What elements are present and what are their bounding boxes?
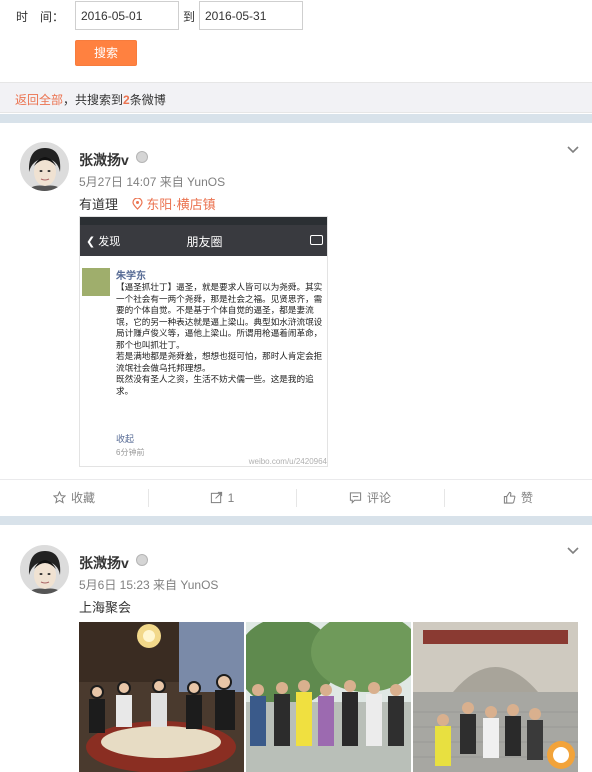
location-label: 东阳·横店镇 (146, 197, 216, 212)
result-bar: 返回全部，共搜索到2条微博 (0, 82, 592, 113)
avatar-portrait-icon (20, 142, 69, 191)
image-watermark: weibo.com/u/2420964 (248, 457, 327, 466)
map-pin-icon (132, 197, 143, 210)
separator (0, 114, 592, 123)
like-button[interactable]: 赞 (444, 480, 592, 517)
comment-label: 评论 (366, 491, 391, 505)
dinner-photo (79, 622, 244, 772)
post-text: 有道理 东阳·横店镇 (79, 194, 216, 213)
moment-fold: 收起 (116, 434, 135, 444)
phone-title: 朋友圈 (186, 235, 223, 249)
chevron-down-icon[interactable] (566, 143, 580, 157)
location-link[interactable]: 东阳·横店镇 (122, 197, 216, 212)
post-photo-2[interactable] (246, 622, 411, 772)
to-label: 到 (183, 10, 196, 24)
chevron-down-icon[interactable] (566, 544, 580, 558)
search-button[interactable]: 搜索 (75, 40, 137, 66)
date-to-input[interactable]: 2016-05-31 (199, 1, 303, 30)
result-suffix: 条微博 (129, 93, 166, 107)
star-icon (52, 491, 66, 504)
member-crown-icon[interactable] (136, 151, 148, 163)
phone-moment: 朱学东 【逼圣抓壮丁】逼圣，就是要求人皆可以为尧舜。其实一个社会有一两个尧舜，那… (80, 256, 327, 466)
time-label: 时 间： (16, 10, 65, 24)
favorite-button[interactable]: 收藏 (0, 480, 148, 517)
back-to-all-link[interactable]: 返回全部 (15, 93, 63, 107)
phone-status-bar (80, 217, 327, 225)
repost-count: 1 (227, 491, 235, 505)
favorite-label: 收藏 (70, 491, 95, 505)
author-name[interactable]: 张溦扬v (79, 150, 129, 170)
like-label: 赞 (520, 491, 533, 505)
phone-nav-bar: ❮ 发现 朋友圈 (80, 225, 327, 256)
comment-button[interactable]: 评论 (296, 480, 444, 517)
post-meta: 5月6日 15:23 来自 YunOS (79, 578, 219, 592)
camera-icon (310, 235, 323, 245)
avatar[interactable] (20, 545, 69, 594)
repost-icon (210, 491, 222, 504)
moment-author: 朱学东 (116, 271, 146, 282)
post-photo-1[interactable] (79, 622, 244, 772)
member-crown-icon[interactable] (136, 554, 148, 566)
post-meta: 5月27日 14:07 来自 YunOS (79, 175, 226, 189)
post-action-bar: 收藏 1 评论 赞 (0, 479, 592, 516)
repost-button[interactable]: 1 (148, 480, 296, 517)
avatar[interactable] (20, 142, 69, 191)
separator (0, 516, 592, 525)
author-name[interactable]: 张溦扬v (79, 553, 129, 573)
moment-text: 【逼圣抓壮丁】逼圣，就是要求人皆可以为尧舜。其实一个社会有一两个尧舜，那是社会之… (116, 282, 323, 396)
result-prefix: ，共搜索到 (63, 93, 124, 107)
garden-group-photo (246, 622, 411, 772)
post-text-content: 有道理 (79, 197, 119, 212)
thumbs-up-icon (503, 491, 516, 504)
date-from-input[interactable]: 2016-05-01 (75, 1, 179, 30)
gate-group-photo (413, 622, 578, 772)
avatar-portrait-icon (20, 545, 69, 594)
moment-time: 6分钟前 (116, 448, 145, 457)
search-filter: 时 间： 2016-05-01 到 2016-05-31 搜索 (0, 0, 592, 82)
post-text: 上海聚会 (79, 600, 132, 615)
post-photo-3[interactable] (413, 622, 578, 772)
post-image-screenshot[interactable]: ❮ 发现 朋友圈 朱学东 【逼圣抓壮丁】逼圣，就是要求人皆可以为尧舜。其实一个社… (79, 216, 328, 467)
moment-avatar (82, 268, 110, 296)
comment-icon (349, 492, 362, 504)
result-count: 2 (123, 93, 130, 107)
